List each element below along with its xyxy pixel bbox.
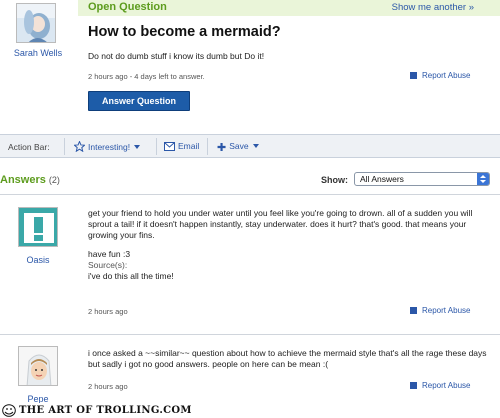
dropdown-caret-icon bbox=[252, 144, 259, 148]
interesting-label: Interesting! bbox=[88, 142, 131, 152]
answer-report-abuse-link[interactable]: Report Abuse bbox=[410, 381, 470, 390]
save-button[interactable]: ✚ Save bbox=[217, 141, 259, 154]
action-bar-divider bbox=[64, 138, 65, 155]
answer-report-abuse-link[interactable]: Report Abuse bbox=[410, 306, 470, 315]
answer-body: i once asked a ~~similar~~ question abou… bbox=[88, 348, 487, 369]
action-bar-label: Action Bar: bbox=[8, 142, 50, 152]
show-me-another-link[interactable]: Show me another » bbox=[392, 2, 474, 13]
question-author-avatar[interactable] bbox=[16, 3, 56, 43]
save-plus-icon: ✚ bbox=[217, 142, 227, 154]
answer-signoff: have fun :3 bbox=[88, 249, 131, 259]
answer-author-name[interactable]: Oasis bbox=[8, 255, 68, 265]
answer-filter-select[interactable]: All Answers bbox=[354, 172, 490, 186]
question-title: How to become a mermaid? bbox=[88, 24, 281, 40]
email-icon bbox=[164, 142, 175, 151]
answer-meta: 2 hours ago bbox=[88, 307, 128, 316]
answers-title: Answers bbox=[0, 174, 46, 186]
answer-text: i once asked a ~~similar~~ question abou… bbox=[88, 348, 488, 370]
divider bbox=[0, 334, 500, 335]
sources-label: Source(s): bbox=[88, 260, 128, 270]
star-icon bbox=[74, 141, 85, 152]
email-label: Email bbox=[178, 141, 200, 151]
answer-question-button[interactable]: Answer Question bbox=[88, 91, 190, 111]
select-arrows-icon bbox=[477, 173, 489, 185]
question-meta: 2 hours ago - 4 days left to answer. bbox=[88, 72, 205, 81]
trollface-icon bbox=[2, 404, 16, 417]
answers-heading: Answers (2) bbox=[0, 174, 60, 186]
question-author-block: Sarah Wells bbox=[0, 0, 78, 132]
site-watermark: THE ART OF TROLLING.COM bbox=[2, 403, 198, 418]
report-abuse-label: Report Abuse bbox=[422, 381, 471, 390]
sources-text: i've do this all the time! bbox=[88, 271, 174, 281]
watermark-text: THE ART OF TROLLING.COM bbox=[19, 405, 192, 416]
flag-icon bbox=[410, 382, 417, 389]
question-body: Do not do dumb stuff i know its dumb but… bbox=[88, 51, 265, 61]
answers-count: (2) bbox=[48, 175, 60, 185]
report-abuse-label: Report Abuse bbox=[422, 306, 471, 315]
save-label: Save bbox=[229, 141, 249, 151]
report-abuse-label: Report Abuse bbox=[422, 71, 471, 80]
answer-meta: 2 hours ago bbox=[88, 382, 128, 391]
dropdown-caret-icon bbox=[134, 145, 141, 149]
flag-icon bbox=[410, 307, 417, 314]
action-bar: Action Bar: Interesting! Email ✚ Save bbox=[0, 134, 500, 158]
answer-author-avatar[interactable] bbox=[18, 207, 58, 247]
answer-body: get your friend to hold you under water … bbox=[88, 208, 473, 240]
question-status: Open Question bbox=[88, 1, 167, 13]
question-author-name[interactable]: Sarah Wells bbox=[6, 48, 70, 58]
flag-icon bbox=[410, 72, 417, 79]
question-header-bar: Open Question Show me another » bbox=[78, 0, 500, 16]
answer-author-avatar[interactable] bbox=[18, 346, 58, 386]
answer-text: get your friend to hold you under water … bbox=[88, 208, 488, 282]
divider bbox=[0, 194, 500, 195]
email-button[interactable]: Email bbox=[164, 141, 199, 151]
show-filter-label: Show: bbox=[321, 175, 348, 185]
answer-filter-value: All Answers bbox=[360, 174, 404, 184]
action-bar-divider bbox=[156, 138, 157, 155]
question-report-abuse-link[interactable]: Report Abuse bbox=[410, 71, 470, 80]
action-bar-divider bbox=[207, 138, 208, 155]
interesting-button[interactable]: Interesting! bbox=[74, 141, 141, 152]
